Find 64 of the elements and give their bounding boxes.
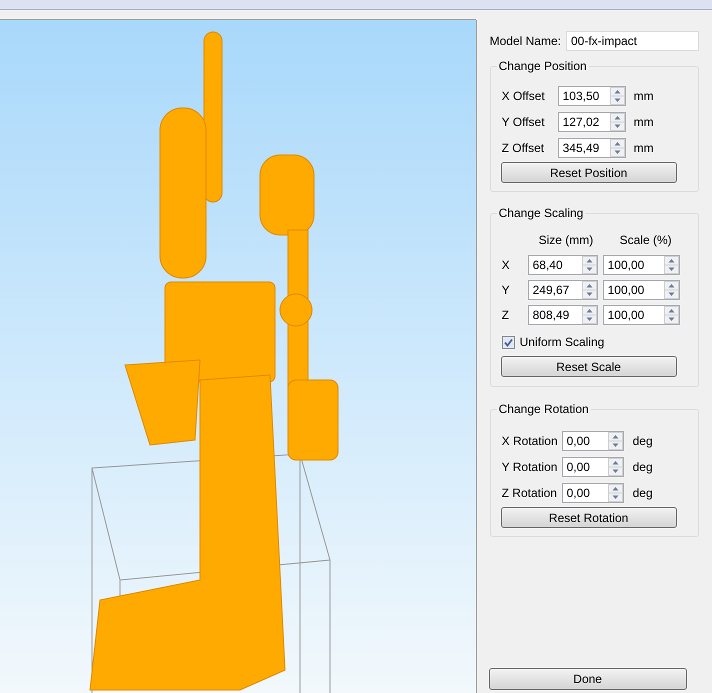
field-label: Y Rotation [502, 459, 558, 476]
reset-button[interactable]: Reset Scale [500, 356, 677, 377]
spin-value: 103,50 [562, 88, 600, 105]
spin-box[interactable]: 103,50 [558, 86, 626, 106]
spin-value: 0,00 [566, 433, 591, 450]
column-header: Size (mm) [538, 232, 594, 249]
spin-value: 127,02 [562, 114, 600, 131]
spin-value: 808,49 [532, 307, 570, 324]
spin-arrows-icon[interactable] [664, 256, 679, 274]
group-title: Change Scaling [496, 205, 586, 221]
reset-button[interactable]: Reset Position [500, 162, 677, 183]
spin-arrows-icon[interactable] [582, 306, 597, 324]
spin-arrows-icon[interactable] [610, 139, 625, 157]
spin-value: 100,00 [606, 257, 646, 274]
field-label: Z Offset [502, 140, 546, 157]
column-header: Scale (%) [620, 232, 672, 249]
spin-arrows-icon[interactable] [664, 306, 679, 324]
spin-arrows-icon[interactable] [582, 281, 597, 299]
spin-box[interactable]: 127,02 [558, 112, 626, 132]
axis-label: Z [502, 307, 510, 324]
spin-value: 345,49 [562, 140, 600, 157]
field-label: Y Offset [502, 114, 546, 131]
spin-box[interactable]: 0,00 [562, 431, 624, 451]
spin-arrows-icon[interactable] [608, 458, 623, 476]
spin-arrows-icon[interactable] [610, 113, 625, 131]
unit-label: mm [634, 140, 654, 157]
axis-label: Y [502, 282, 511, 299]
done-button[interactable]: Done [488, 668, 687, 690]
field-label: Z Rotation [502, 485, 558, 502]
field-label: X Rotation [502, 433, 559, 450]
reset-button[interactable]: Reset Rotation [500, 507, 677, 528]
unit-label: deg [632, 485, 653, 502]
spin-value: 0,00 [566, 485, 591, 502]
spin-box[interactable]: 249,67 [528, 280, 598, 300]
spin-arrows-icon[interactable] [582, 256, 597, 274]
spin-value: 68,40 [532, 257, 564, 274]
spin-box[interactable]: 100,00 [602, 255, 680, 275]
spin-arrows-icon[interactable] [608, 484, 623, 502]
group-title: Change Position [496, 58, 589, 74]
spin-box[interactable]: 68,40 [528, 255, 598, 275]
spin-box[interactable]: 0,00 [562, 457, 624, 477]
spin-box[interactable]: 100,00 [602, 280, 680, 300]
unit-label: mm [634, 88, 654, 105]
group-title: Change Rotation [496, 401, 591, 417]
spin-arrows-icon[interactable] [610, 87, 625, 105]
checkbox-label: Uniform Scaling [520, 334, 604, 351]
axis-label: X [502, 257, 511, 274]
spin-box[interactable]: 808,49 [528, 305, 598, 325]
unit-label: mm [634, 114, 654, 131]
model-name-field[interactable]: 00-fx-impact [566, 31, 699, 51]
field-label: Model Name: [490, 33, 561, 50]
spin-arrows-icon[interactable] [608, 432, 623, 450]
unit-label: deg [632, 433, 653, 450]
spin-value: 100,00 [606, 307, 646, 324]
checkbox[interactable] [502, 336, 515, 348]
spin-value: 100,00 [606, 282, 646, 299]
field-label: X Offset [502, 88, 546, 105]
spin-value: 249,67 [532, 282, 570, 299]
spin-box[interactable]: 345,49 [558, 138, 626, 158]
spin-box[interactable]: 0,00 [562, 483, 624, 503]
spin-arrows-icon[interactable] [664, 281, 679, 299]
spin-value: 0,00 [566, 459, 591, 476]
spin-box[interactable]: 100,00 [602, 305, 680, 325]
unit-label: deg [632, 459, 653, 476]
